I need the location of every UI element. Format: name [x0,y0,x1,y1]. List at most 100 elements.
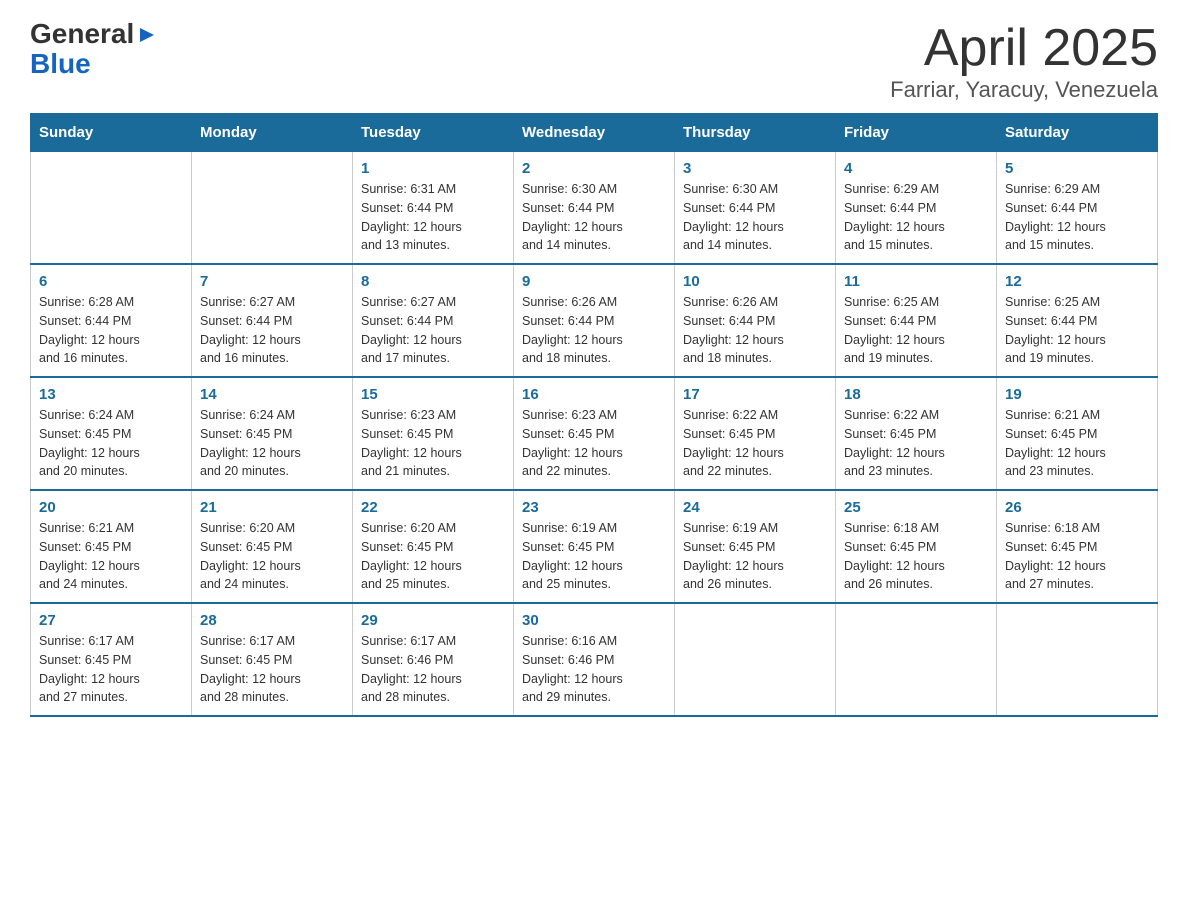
day-number: 19 [1005,386,1149,403]
day-number: 21 [200,499,344,516]
calendar-day-cell: 1 Sunrise: 6:31 AM Sunset: 6:44 PM Daylig… [353,152,514,265]
day-info: Sunrise: 6:27 AM Sunset: 6:44 PM Dayligh… [361,293,505,368]
day-number: 24 [683,499,827,516]
day-info: Sunrise: 6:26 AM Sunset: 6:44 PM Dayligh… [522,293,666,368]
calendar-day-cell: 12Sunrise: 6:25 AM Sunset: 6:44 PM Dayli… [997,264,1158,377]
day-info: Sunrise: 6:24 AM Sunset: 6:45 PM Dayligh… [200,406,344,481]
calendar-day-cell: 26 Sunrise: 6:18 AM Sunset: 6:45 PM Dayli… [997,490,1158,603]
calendar-header-tuesday: Tuesday [353,114,514,152]
calendar-week-row: 20Sunrise: 6:21 AM Sunset: 6:45 PM Dayli… [31,490,1158,603]
calendar-header-monday: Monday [192,114,353,152]
calendar-day-cell: 15 Sunrise: 6:23 AM Sunset: 6:45 PM Dayli… [353,377,514,490]
calendar-day-cell: 30 Sunrise: 6:16 AM Sunset: 6:46 PM Dayli… [514,603,675,716]
calendar-day-cell: 7Sunrise: 6:27 AM Sunset: 6:44 PM Daylig… [192,264,353,377]
day-info: Sunrise: 6:31 AM Sunset: 6:44 PM Dayligh… [361,180,505,255]
calendar-day-cell: 5Sunrise: 6:29 AM Sunset: 6:44 PM Daylig… [997,152,1158,265]
day-number: 9 [522,273,666,290]
calendar-day-cell [675,603,836,716]
day-number: 17 [683,386,827,403]
day-info: Sunrise: 6:18 AM Sunset: 6:45 PM Dayligh… [1005,519,1149,594]
day-info: Sunrise: 6:28 AM Sunset: 6:44 PM Dayligh… [39,293,183,368]
day-number: 23 [522,499,666,516]
calendar-week-row: 13 Sunrise: 6:24 AM Sunset: 6:45 PM Dayli… [31,377,1158,490]
calendar-day-cell: 18Sunrise: 6:22 AM Sunset: 6:45 PM Dayli… [836,377,997,490]
day-number: 28 [200,612,344,629]
day-number: 14 [200,386,344,403]
day-number: 13 [39,386,183,403]
calendar-day-cell: 27 Sunrise: 6:17 AM Sunset: 6:45 PM Dayli… [31,603,192,716]
day-number: 6 [39,273,183,290]
day-info: Sunrise: 6:25 AM Sunset: 6:44 PM Dayligh… [844,293,988,368]
day-info: Sunrise: 6:19 AM Sunset: 6:45 PM Dayligh… [522,519,666,594]
day-info: Sunrise: 6:26 AM Sunset: 6:44 PM Dayligh… [683,293,827,368]
day-number: 30 [522,612,666,629]
day-info: Sunrise: 6:20 AM Sunset: 6:45 PM Dayligh… [361,519,505,594]
calendar-day-cell: 29 Sunrise: 6:17 AM Sunset: 6:46 PM Dayli… [353,603,514,716]
calendar-day-cell [192,152,353,265]
day-number: 29 [361,612,505,629]
logo: General Blue [30,20,158,80]
day-number: 26 [1005,499,1149,516]
logo-arrow-icon [136,24,158,46]
day-info: Sunrise: 6:23 AM Sunset: 6:45 PM Dayligh… [522,406,666,481]
calendar-day-cell: 19 Sunrise: 6:21 AM Sunset: 6:45 PM Dayli… [997,377,1158,490]
day-number: 20 [39,499,183,516]
calendar-day-cell: 28Sunrise: 6:17 AM Sunset: 6:45 PM Dayli… [192,603,353,716]
calendar-day-cell: 17 Sunrise: 6:22 AM Sunset: 6:45 PM Dayli… [675,377,836,490]
calendar-week-row: 27 Sunrise: 6:17 AM Sunset: 6:45 PM Dayli… [31,603,1158,716]
calendar-day-cell: 22 Sunrise: 6:20 AM Sunset: 6:45 PM Dayli… [353,490,514,603]
day-number: 2 [522,160,666,177]
day-info: Sunrise: 6:30 AM Sunset: 6:44 PM Dayligh… [522,180,666,255]
day-number: 22 [361,499,505,516]
calendar-header-sunday: Sunday [31,114,192,152]
day-number: 3 [683,160,827,177]
day-info: Sunrise: 6:17 AM Sunset: 6:46 PM Dayligh… [361,632,505,707]
calendar-day-cell [31,152,192,265]
day-info: Sunrise: 6:19 AM Sunset: 6:45 PM Dayligh… [683,519,827,594]
page-title: April 2025 [890,20,1158,77]
day-info: Sunrise: 6:16 AM Sunset: 6:46 PM Dayligh… [522,632,666,707]
calendar-day-cell: 6 Sunrise: 6:28 AM Sunset: 6:44 PM Daylig… [31,264,192,377]
calendar-day-cell: 16 Sunrise: 6:23 AM Sunset: 6:45 PM Dayli… [514,377,675,490]
calendar-header-saturday: Saturday [997,114,1158,152]
day-info: Sunrise: 6:20 AM Sunset: 6:45 PM Dayligh… [200,519,344,594]
day-info: Sunrise: 6:24 AM Sunset: 6:45 PM Dayligh… [39,406,183,481]
calendar-day-cell: 24 Sunrise: 6:19 AM Sunset: 6:45 PM Dayli… [675,490,836,603]
calendar-table: SundayMondayTuesdayWednesdayThursdayFrid… [30,113,1158,717]
day-number: 16 [522,386,666,403]
day-info: Sunrise: 6:22 AM Sunset: 6:45 PM Dayligh… [844,406,988,481]
calendar-day-cell: 13 Sunrise: 6:24 AM Sunset: 6:45 PM Dayli… [31,377,192,490]
day-number: 25 [844,499,988,516]
day-info: Sunrise: 6:17 AM Sunset: 6:45 PM Dayligh… [39,632,183,707]
day-info: Sunrise: 6:23 AM Sunset: 6:45 PM Dayligh… [361,406,505,481]
day-number: 8 [361,273,505,290]
calendar-day-cell: 3Sunrise: 6:30 AM Sunset: 6:44 PM Daylig… [675,152,836,265]
calendar-day-cell: 10 Sunrise: 6:26 AM Sunset: 6:44 PM Dayli… [675,264,836,377]
day-info: Sunrise: 6:25 AM Sunset: 6:44 PM Dayligh… [1005,293,1149,368]
calendar-header-thursday: Thursday [675,114,836,152]
calendar-header-friday: Friday [836,114,997,152]
calendar-week-row: 6 Sunrise: 6:28 AM Sunset: 6:44 PM Daylig… [31,264,1158,377]
day-number: 5 [1005,160,1149,177]
day-number: 27 [39,612,183,629]
calendar-header-row: SundayMondayTuesdayWednesdayThursdayFrid… [31,114,1158,152]
calendar-week-row: 1 Sunrise: 6:31 AM Sunset: 6:44 PM Daylig… [31,152,1158,265]
day-number: 11 [844,273,988,290]
day-info: Sunrise: 6:21 AM Sunset: 6:45 PM Dayligh… [1005,406,1149,481]
calendar-day-cell: 21 Sunrise: 6:20 AM Sunset: 6:45 PM Dayli… [192,490,353,603]
calendar-day-cell: 14 Sunrise: 6:24 AM Sunset: 6:45 PM Dayli… [192,377,353,490]
calendar-day-cell [997,603,1158,716]
day-info: Sunrise: 6:22 AM Sunset: 6:45 PM Dayligh… [683,406,827,481]
day-number: 1 [361,160,505,177]
calendar-day-cell: 25Sunrise: 6:18 AM Sunset: 6:45 PM Dayli… [836,490,997,603]
calendar-day-cell: 11 Sunrise: 6:25 AM Sunset: 6:44 PM Dayli… [836,264,997,377]
calendar-day-cell: 2 Sunrise: 6:30 AM Sunset: 6:44 PM Daylig… [514,152,675,265]
page-header: General Blue April 2025 Farriar, Yaracuy… [30,20,1158,103]
calendar-body: 1 Sunrise: 6:31 AM Sunset: 6:44 PM Daylig… [31,152,1158,717]
calendar-day-cell: 9 Sunrise: 6:26 AM Sunset: 6:44 PM Daylig… [514,264,675,377]
day-number: 10 [683,273,827,290]
calendar-day-cell: 8 Sunrise: 6:27 AM Sunset: 6:44 PM Daylig… [353,264,514,377]
day-number: 4 [844,160,988,177]
day-number: 15 [361,386,505,403]
calendar-header-wednesday: Wednesday [514,114,675,152]
